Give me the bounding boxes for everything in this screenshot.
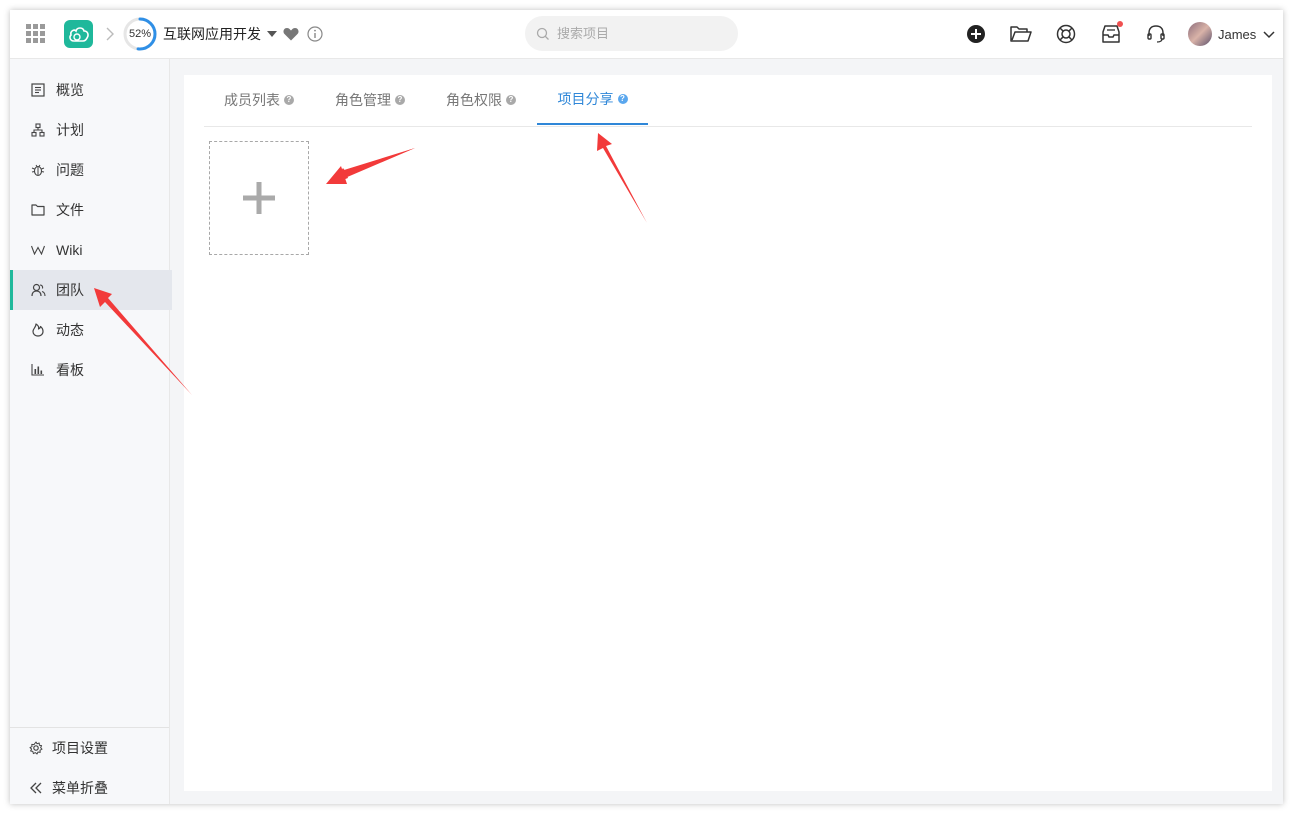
- sidebar-item-label: 动态: [56, 322, 84, 338]
- notification-dot: [1117, 21, 1123, 27]
- bug-icon: [30, 162, 46, 178]
- chevron-down-icon: [1262, 27, 1276, 41]
- tab-label: 角色权限: [446, 92, 502, 108]
- double-chevron-left-icon: [28, 780, 44, 796]
- progress-value: 52%: [128, 28, 152, 40]
- top-bar: 52% 互联网应用开发 搜索项目 James: [10, 10, 1283, 59]
- help-icon[interactable]: ?: [506, 95, 516, 105]
- folder-open-icon[interactable]: [1009, 22, 1033, 46]
- wiki-icon: [30, 242, 46, 258]
- plus-icon: [243, 182, 275, 214]
- folder-icon: [30, 202, 46, 218]
- fire-icon: [30, 322, 46, 338]
- help-icon[interactable]: ?: [284, 95, 294, 105]
- sidebar-item-overview[interactable]: 概览: [10, 70, 169, 110]
- project-search[interactable]: [525, 16, 738, 51]
- sidebar-item-issues[interactable]: 问题: [10, 150, 169, 190]
- sidebar-item-activity[interactable]: 动态: [10, 310, 169, 350]
- search-input[interactable]: [555, 25, 719, 42]
- sidebar-item-plan[interactable]: 计划: [10, 110, 169, 150]
- app-grid-icon[interactable]: [24, 22, 48, 46]
- project-progress-ring: 52%: [123, 17, 157, 51]
- sidebar-item-label: 计划: [56, 122, 84, 138]
- team-tabs: 成员列表? 角色管理? 角色权限? 项目分享?: [204, 75, 1252, 127]
- cloud-icon: [68, 27, 89, 42]
- sidebar-item-label: 问题: [56, 162, 84, 178]
- sidebar-item-team[interactable]: 团队: [10, 270, 172, 310]
- search-icon: [536, 27, 550, 41]
- team-icon: [30, 282, 46, 298]
- project-settings-label: 项目设置: [52, 740, 108, 756]
- app-logo[interactable]: [64, 20, 93, 48]
- lifebuoy-icon[interactable]: [1054, 22, 1078, 46]
- chart-icon: [30, 362, 46, 378]
- gear-icon: [28, 740, 44, 756]
- caret-down-icon[interactable]: [266, 28, 278, 40]
- sidebar-item-board[interactable]: 看板: [10, 350, 169, 390]
- tab-label: 角色管理: [335, 92, 391, 108]
- sidebar-footer: 项目设置 菜单折叠: [10, 727, 169, 796]
- tab-label: 成员列表: [224, 92, 280, 108]
- collapse-menu-label: 菜单折叠: [52, 780, 108, 796]
- project-settings-button[interactable]: 项目设置: [10, 728, 169, 768]
- chevron-right-icon: [102, 24, 118, 44]
- heart-icon[interactable]: [283, 26, 299, 42]
- sidebar-item-label: 概览: [56, 82, 84, 98]
- tab-project-share[interactable]: 项目分享?: [537, 75, 648, 125]
- tab-role-management[interactable]: 角色管理?: [315, 75, 425, 125]
- add-circle-icon[interactable]: [964, 22, 988, 46]
- sidebar-item-wiki[interactable]: Wiki: [10, 230, 169, 270]
- headset-icon[interactable]: [1144, 22, 1168, 46]
- sidebar-item-label: 文件: [56, 202, 84, 218]
- collapse-menu-button[interactable]: 菜单折叠: [10, 768, 169, 804]
- user-menu[interactable]: James: [1188, 21, 1276, 47]
- inbox-icon[interactable]: [1099, 21, 1123, 46]
- sidebar-item-label: 团队: [56, 282, 84, 298]
- help-icon[interactable]: ?: [395, 95, 405, 105]
- plan-icon: [30, 122, 46, 138]
- main-content: 成员列表? 角色管理? 角色权限? 项目分享?: [184, 75, 1272, 791]
- overview-icon: [30, 82, 46, 98]
- tab-role-permissions[interactable]: 角色权限?: [426, 75, 536, 125]
- project-name[interactable]: 互联网应用开发: [163, 24, 261, 44]
- avatar: [1188, 22, 1212, 46]
- sidebar-item-files[interactable]: 文件: [10, 190, 169, 230]
- info-icon[interactable]: [307, 26, 323, 42]
- tab-member-list[interactable]: 成员列表?: [204, 75, 314, 125]
- user-name: James: [1218, 26, 1257, 42]
- sidebar-item-label: 看板: [56, 362, 84, 378]
- sidebar-item-label: Wiki: [56, 242, 83, 258]
- app-window: 52% 互联网应用开发 搜索项目 James 概览 计划 问题 文件 Wiki …: [10, 10, 1283, 804]
- help-icon[interactable]: ?: [617, 94, 628, 104]
- tab-label: 项目分享: [557, 91, 614, 107]
- add-share-button[interactable]: [209, 141, 309, 255]
- sidebar: 概览 计划 问题 文件 Wiki 团队 动态 看板 项目设置 菜单折叠: [10, 59, 172, 804]
